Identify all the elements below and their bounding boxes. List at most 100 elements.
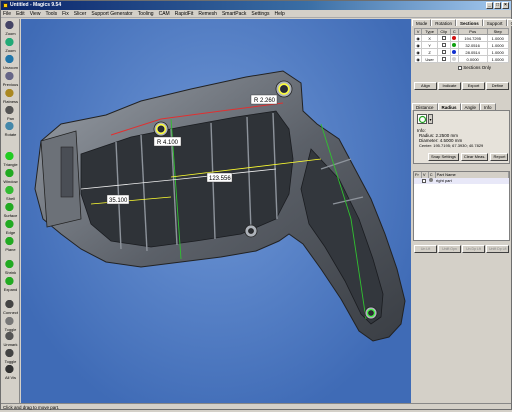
section-row[interactable]: ◉ X 194.7295 1.0000 [413,34,509,42]
part-button-3[interactable]: Unlft Dp Lft [486,245,509,253]
tool-unmark[interactable]: Unmark [1,332,20,347]
measure-button-clear-meas-[interactable]: Clear Meas. [460,153,489,161]
tool-previous[interactable]: Previous [1,72,20,87]
section-pos[interactable]: 0.0000 [457,55,488,63]
measure-button-report[interactable]: Report [490,153,509,161]
tab-angle[interactable]: Angle [460,103,481,110]
section-color[interactable] [449,48,459,56]
tab-rotation[interactable]: Rotation [431,19,457,26]
section-type: X [421,34,438,42]
section-step[interactable]: 1.0000 [486,48,509,56]
tab-support[interactable]: Support [482,19,507,26]
menu-item-edit[interactable]: Edit [16,10,25,17]
tool-plane[interactable]: Plane [1,237,20,252]
tool-pan[interactable]: Pan [1,106,20,121]
part-row[interactable]: right part [414,178,509,184]
part-visible-check[interactable] [422,178,429,184]
section-step[interactable]: 1.0000 [486,34,509,42]
tool-triangle[interactable]: Triangle [1,152,20,167]
tab-mode[interactable]: Mode [412,19,432,26]
tab-grid[interactable]: Grid [506,19,512,26]
part-button-1[interactable]: Unlft Opn [438,245,461,253]
visibility-icon[interactable]: ◉ [413,55,423,63]
clip-checkbox[interactable] [436,48,451,56]
tool-toggle[interactable]: Toggle [1,349,20,364]
section-pos[interactable]: 28.0514 [457,48,488,56]
tool-toggle[interactable]: Toggle [1,317,20,332]
section-pos[interactable]: 32.0516 [457,41,488,49]
color-swatch-icon [452,42,457,47]
sections-only-checkbox[interactable] [458,65,462,70]
clip-checkbox[interactable] [436,55,451,63]
visibility-icon[interactable]: ◉ [413,41,423,49]
chevron-down-icon[interactable]: ▾ [428,114,433,124]
tool-all-vis[interactable]: All Vis [1,365,20,380]
tool-connect[interactable]: Connect [1,300,20,315]
info-line-center: Center: 195.7195; 67.3930; 40.7829 [419,143,484,148]
menu-item-smartpack[interactable]: SmartPack [222,10,246,17]
tool-window[interactable]: Window [1,169,20,184]
section-button-export[interactable]: Export [462,82,485,90]
menu-item-rapidfit[interactable]: RapidFit [175,10,194,17]
tool-zoom[interactable]: Zoom [1,21,20,36]
part-frozen-icon[interactable] [414,178,422,184]
tool-flatness[interactable]: Flatness [1,89,20,104]
menu-item-slicer[interactable]: Slicer [74,10,87,17]
section-button-align[interactable]: Align [414,82,437,90]
menu-item-tooling[interactable]: Tooling [138,10,154,17]
maximize-button[interactable]: □ [494,2,501,9]
section-step[interactable]: 1.0000 [486,41,509,49]
tool-unzoom[interactable]: Unzoom [1,55,20,70]
menu-item-cam[interactable]: CAM [159,10,170,17]
section-row[interactable]: ◉ Y 32.0516 1.0000 [413,41,509,49]
tab-radius[interactable]: Radius [437,103,461,110]
menu-item-settings[interactable]: Settings [251,10,269,17]
section-button-define[interactable]: Define [486,82,509,90]
close-button[interactable]: × [502,2,509,9]
check-icon [422,178,426,183]
section-row[interactable]: ◉ Z 28.0514 1.0000 [413,48,509,56]
part-button-0[interactable]: Un Lft [414,245,437,253]
tool-edge[interactable]: Edge [1,220,20,235]
tool-shell[interactable]: Shell [1,186,20,201]
tool-surface[interactable]: Surface [1,203,20,218]
tool-label: Plane [5,247,16,252]
annotation-distance-1: 123.556 [209,176,231,182]
radius-tool-button[interactable] [417,114,427,124]
eye-icon: ◉ [416,42,420,48]
minimize-button[interactable]: _ [486,2,493,9]
tab-info[interactable]: Info [480,103,496,110]
menu-item-fix[interactable]: Fix [62,10,69,17]
triangle-select-icon [5,152,16,162]
clip-checkbox[interactable] [436,34,451,42]
section-color[interactable] [449,55,459,63]
section-table: V Type Clip C Pos Step ◉ X 194.7295 1.0000 ◉ Y 32.0… [413,28,509,63]
menu-item-remesh[interactable]: Remesh [198,10,217,17]
section-color[interactable] [449,41,459,49]
section-row[interactable]: ◉ User 0.0000 1.0000 [413,55,509,63]
menu-item-file[interactable]: File [3,10,11,17]
menu-item-support-generator[interactable]: Support Generator [91,10,132,17]
measure-button-snap-settings[interactable]: Snap Settings [428,153,459,161]
menu-item-help[interactable]: Help [275,10,285,17]
menu-item-tools[interactable]: Tools [45,10,57,17]
part-color[interactable] [429,178,436,184]
clip-checkbox[interactable] [436,41,451,49]
section-step[interactable]: 1.0000 [486,55,509,63]
section-button-indicate[interactable]: Indicate [438,82,461,90]
menu-item-view[interactable]: View [30,10,41,17]
tool-rotate[interactable]: Rotate [1,122,20,137]
tool-expand[interactable]: Expand [1,277,20,292]
visibility-icon[interactable]: ◉ [413,34,423,42]
part-name[interactable]: right part [436,178,452,184]
section-color[interactable] [449,34,459,42]
visibility-icon[interactable]: ◉ [413,48,423,56]
toggle-all-icon [5,349,16,359]
part-button-2[interactable]: Un Dp Lft [462,245,485,253]
section-pos[interactable]: 194.7295 [457,34,488,42]
tab-distance[interactable]: Distance [412,103,438,110]
tool-zoom[interactable]: Zoom [1,38,20,53]
3d-viewport[interactable]: R 2.260 R 4.100 123.556 35.100 [21,19,411,403]
tool-shrink[interactable]: Shrink [1,260,20,275]
tab-sections[interactable]: Sections [456,19,483,26]
